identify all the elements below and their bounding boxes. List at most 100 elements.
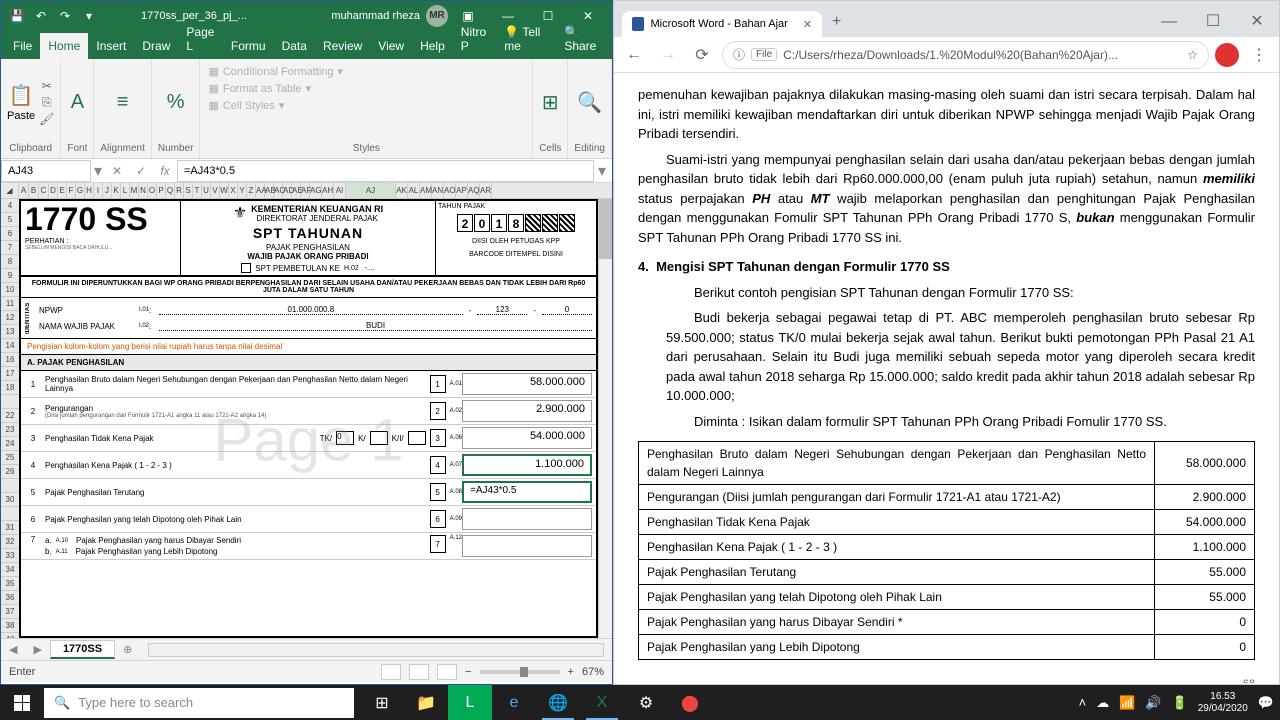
conditional-formatting[interactable]: ▦Conditional Formatting▾ [206, 63, 526, 80]
excel-icon[interactable]: X [580, 685, 624, 720]
start-button[interactable] [0, 685, 44, 720]
value-2[interactable]: 2.900.000 [462, 400, 592, 422]
tab-draw[interactable]: Draw [134, 33, 178, 59]
libreoffice-icon[interactable]: L [448, 685, 492, 720]
settings-icon[interactable]: ⚙ [624, 685, 668, 720]
browser-minimize[interactable]: — [1147, 7, 1191, 37]
tab-insert[interactable]: Insert [88, 33, 134, 59]
column-headers[interactable]: ◢ABCDEFGHIJKLMNOPQRSTUVWXYZAAABACADAEAFA… [1, 183, 612, 199]
tab-help[interactable]: Help [412, 33, 453, 59]
value-7[interactable] [462, 535, 592, 557]
chrome-icon[interactable]: 🌐 [536, 685, 580, 720]
notifications-icon[interactable]: 💬 [1258, 695, 1274, 711]
tab-view[interactable]: View [370, 33, 412, 59]
tab-close-icon[interactable]: ✕ [803, 18, 812, 31]
clock[interactable]: 16.5329/04/2020 [1198, 691, 1248, 715]
pembetulan-checkbox[interactable] [241, 263, 251, 273]
info-icon[interactable]: ⓘ [733, 46, 745, 63]
forward-icon[interactable]: → [654, 46, 682, 64]
npwp-field-2[interactable]: 123 [477, 305, 527, 315]
save-icon[interactable]: 💾 [7, 9, 27, 23]
cell-styles[interactable]: ▦Cell Styles▾ [206, 97, 526, 114]
view-layout-icon[interactable] [409, 664, 429, 680]
value-1[interactable]: 58.000.000 [462, 373, 592, 395]
paste-icon[interactable]: 📋 [9, 83, 34, 108]
value-5-editing[interactable]: =AJ43*0.5 [462, 481, 592, 503]
ie-icon[interactable]: e [492, 685, 536, 720]
value-3[interactable]: 54.000.000 [462, 427, 592, 449]
reload-icon[interactable]: ⟳ [688, 45, 716, 65]
browser-tab[interactable]: Microsoft Word - Bahan Ajar Per ✕ [622, 11, 822, 37]
battery-icon[interactable]: 🔋 [1172, 695, 1188, 711]
volume-icon[interactable]: 🔊 [1145, 695, 1161, 711]
tax-year[interactable]: 2018 [438, 214, 594, 232]
document-content[interactable]: pemenuhan kewajiban pajaknya dilakukan m… [614, 73, 1279, 683]
row-headers[interactable]: 4567891011121314161718222324252630313233… [1, 199, 19, 638]
copy-icon[interactable]: ⎘ [42, 95, 52, 110]
share-button[interactable]: 🔍 Share [554, 19, 612, 59]
horizontal-scrollbar[interactable] [148, 643, 604, 657]
view-break-icon[interactable] [437, 664, 457, 680]
sheet-nav-next-icon[interactable]: ▶ [25, 643, 49, 656]
redo-icon[interactable]: ↷ [55, 9, 75, 23]
formula-input[interactable] [177, 160, 594, 182]
sheet-tab-1770ss[interactable]: 1770SS [50, 640, 115, 659]
task-view-icon[interactable]: ⊞ [360, 685, 404, 720]
tab-file[interactable]: File [5, 33, 40, 59]
cells-icon[interactable]: ⊞ [542, 90, 559, 115]
vertical-scrollbar[interactable] [598, 199, 612, 638]
value-6[interactable] [462, 508, 592, 530]
npwp-field-3[interactable]: 0 [542, 305, 592, 315]
brush-icon[interactable]: 🖌 [39, 112, 54, 126]
view-normal-icon[interactable] [381, 664, 401, 680]
tab-review[interactable]: Review [315, 33, 370, 59]
fx-icon[interactable]: fx [153, 164, 177, 178]
value-4[interactable]: 1.100.000 [462, 454, 592, 476]
tab-formulas[interactable]: Formu [223, 33, 274, 59]
add-sheet-icon[interactable]: ⊕ [115, 643, 140, 656]
taskbar-search[interactable]: 🔍Type here to search [44, 688, 354, 718]
star-icon[interactable]: ☆ [1187, 48, 1198, 62]
cancel-formula-icon[interactable]: ✕ [105, 164, 129, 178]
profile-avatar[interactable] [1215, 43, 1239, 67]
name-box[interactable] [1, 160, 91, 182]
formula-expand-icon[interactable]: ▾ [598, 161, 612, 181]
align-icon[interactable]: ≡ [117, 91, 129, 114]
browser-maximize[interactable]: ☐ [1191, 7, 1235, 37]
address-bar[interactable]: ⓘ File C:/Users/rheza/Downloads/1.%20Mod… [722, 41, 1209, 69]
user-name[interactable]: muhammad rheza [331, 10, 420, 22]
menu-icon[interactable]: ⋮ [1245, 45, 1273, 65]
namebox-dropdown-icon[interactable]: ▾ [91, 161, 105, 181]
spreadsheet-area[interactable]: ◢ABCDEFGHIJKLMNOPQRSTUVWXYZAAABACADAEAFA… [1, 183, 612, 638]
zoom-in-icon[interactable]: + [568, 666, 574, 678]
tab-nitro[interactable]: Nitro P [453, 19, 497, 59]
tab-home[interactable]: Home [40, 33, 88, 59]
tab-data[interactable]: Data [274, 33, 315, 59]
tab-page[interactable]: Page L [178, 19, 223, 59]
zoom-slider[interactable] [480, 670, 560, 674]
font-icon[interactable]: A [71, 91, 84, 114]
cut-icon[interactable]: ✂ [42, 79, 52, 93]
back-icon[interactable]: ← [620, 46, 648, 64]
format-as-table[interactable]: ▦Format as Table▾ [206, 80, 526, 97]
accept-formula-icon[interactable]: ✓ [129, 164, 153, 178]
nama-field[interactable]: BUDI [159, 321, 592, 331]
find-icon[interactable]: 🔍 [577, 90, 602, 115]
record-icon[interactable]: ⬤ [668, 685, 712, 720]
zoom-out-icon[interactable]: − [465, 666, 471, 678]
file-explorer-icon[interactable]: 📁 [404, 685, 448, 720]
user-avatar[interactable]: MR [426, 5, 448, 27]
zoom-level[interactable]: 67% [582, 666, 604, 678]
wifi-icon[interactable]: 📶 [1119, 695, 1135, 711]
new-tab-icon[interactable]: + [822, 7, 851, 37]
tellme-button[interactable]: 💡 Tell me [496, 19, 554, 59]
npwp-field-1[interactable]: 01.000.000.8 [159, 305, 463, 315]
undo-icon[interactable]: ↶ [31, 9, 51, 23]
browser-close[interactable]: ✕ [1235, 7, 1279, 37]
sheet-nav-prev-icon[interactable]: ◀ [1, 643, 25, 656]
onedrive-icon[interactable]: ☁ [1096, 695, 1109, 711]
qa-icon[interactable]: ▾ [79, 9, 99, 23]
percent-icon[interactable]: % [167, 91, 185, 114]
answer-table: Penghasilan Bruto dalam Negeri Sehubunga… [638, 441, 1255, 660]
tray-up-icon[interactable]: ˄ [1079, 695, 1087, 710]
